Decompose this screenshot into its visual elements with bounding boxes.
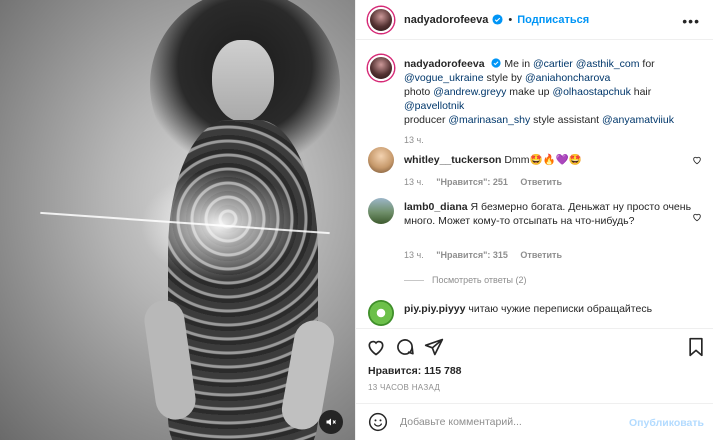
view-replies-button[interactable]: Посмотреть ответы (2) xyxy=(404,275,527,285)
comment-heart-icon[interactable] xyxy=(692,155,702,165)
caption-text: nadyadorofeeva Me in @cartier @asthik_co… xyxy=(404,57,694,127)
comment-text: whitley__tuckerson Dmm🤩🔥💜🤩 xyxy=(404,153,694,167)
mention-link[interactable]: @cartier xyxy=(533,58,573,70)
photo-face xyxy=(212,40,274,122)
avatar[interactable] xyxy=(368,198,394,224)
mention-link[interactable]: @olhaostapchuk xyxy=(552,86,630,98)
likes-count[interactable]: Нравится: 115 788 xyxy=(368,365,462,377)
mention-link[interactable]: @asthik_com xyxy=(576,58,640,70)
bookmark-icon[interactable] xyxy=(686,337,706,357)
verified-badge-icon xyxy=(491,58,502,68)
mention-link[interactable]: @marinasan_shy xyxy=(448,114,530,126)
comment-bubble-icon[interactable] xyxy=(395,337,415,357)
mention-link[interactable]: @andrew.greyy xyxy=(433,86,506,98)
smiley-icon[interactable] xyxy=(368,412,388,432)
post-side-panel: nadyadorofeeva • Подписаться ••• nadyado… xyxy=(355,0,713,440)
comment-likes[interactable]: "Нравится": 251 xyxy=(436,177,508,187)
caption-fragment: style assistant xyxy=(530,114,603,126)
comment-meta: 13 ч. "Нравится": 251 Ответить xyxy=(404,177,572,187)
mute-button[interactable] xyxy=(319,410,343,434)
mention-link[interactable]: @aniahoncharova xyxy=(525,72,610,84)
reply-button[interactable]: Ответить xyxy=(520,177,562,187)
comments-list[interactable]: nadyadorofeeva Me in @cartier @asthik_co… xyxy=(356,41,713,326)
mention-link[interactable]: @vogue_ukraine xyxy=(404,72,484,84)
comment-time[interactable]: 13 ч. xyxy=(404,177,424,187)
post-actions xyxy=(356,328,713,362)
comment-body: Dmm🤩🔥💜🤩 xyxy=(504,154,582,166)
post-header: nadyadorofeeva • Подписаться ••• xyxy=(356,0,713,40)
avatar[interactable] xyxy=(368,55,394,81)
comment-username[interactable]: whitley__tuckerson xyxy=(404,154,501,166)
mention-link[interactable]: @anyamatviiuk xyxy=(602,114,674,126)
avatar[interactable] xyxy=(368,6,394,33)
verified-badge-icon xyxy=(492,14,503,25)
view-replies-label: Посмотреть ответы (2) xyxy=(432,275,527,285)
paper-plane-icon[interactable] xyxy=(424,337,444,357)
caption-time[interactable]: 13 ч. xyxy=(404,135,424,145)
caption-username[interactable]: nadyadorofeeva xyxy=(404,58,485,70)
caption-fragment: style by xyxy=(483,72,525,84)
post-modal: nadyadorofeeva • Подписаться ••• nadyado… xyxy=(0,0,713,440)
comment-heart-icon[interactable] xyxy=(692,212,702,222)
caption-fragment: hair xyxy=(630,86,652,98)
comment-time[interactable]: 13 ч. xyxy=(404,250,424,260)
post-author-username[interactable]: nadyadorofeeva xyxy=(404,14,488,26)
post-media-video[interactable] xyxy=(0,0,355,440)
avatar[interactable] xyxy=(368,300,394,326)
publish-button[interactable]: Опубликовать xyxy=(629,417,704,429)
more-options-button[interactable]: ••• xyxy=(682,13,700,29)
comment-likes[interactable]: "Нравится": 315 xyxy=(436,250,508,260)
comment-text: lamb0_diana Я безмерно богата. Деньжат н… xyxy=(404,200,694,228)
caption-fragment: make up xyxy=(506,86,553,98)
comment-input[interactable] xyxy=(400,416,630,428)
avatar[interactable] xyxy=(368,147,394,173)
caption-fragment: photo xyxy=(404,86,434,98)
header-separator: • xyxy=(508,13,513,26)
comment-body: читаю чужие переписки обращайтесь xyxy=(468,303,653,315)
caption-fragment: producer xyxy=(404,114,449,126)
follow-button[interactable]: Подписаться xyxy=(517,14,589,26)
speaker-muted-icon xyxy=(326,418,336,426)
mention-link[interactable]: @pavellotnik xyxy=(404,100,464,112)
replies-divider xyxy=(404,279,424,281)
post-timestamp[interactable]: 13 ЧАСОВ НАЗАД xyxy=(368,383,440,392)
add-comment-bar: Опубликовать xyxy=(356,403,713,440)
comment-username[interactable]: lamb0_diana xyxy=(404,201,468,213)
comment-meta: 13 ч. "Нравится": 315 Ответить xyxy=(404,250,572,260)
heart-icon[interactable] xyxy=(366,337,386,357)
caption-meta: 13 ч. xyxy=(404,135,434,145)
comment-username[interactable]: piy.piy.piyyy xyxy=(404,303,465,315)
comment-text: piy.piy.piyyy читаю чужие переписки обра… xyxy=(404,302,694,316)
caption-fragment: for xyxy=(639,58,655,70)
caption-fragment: Me in xyxy=(504,58,533,70)
reply-button[interactable]: Ответить xyxy=(520,250,562,260)
